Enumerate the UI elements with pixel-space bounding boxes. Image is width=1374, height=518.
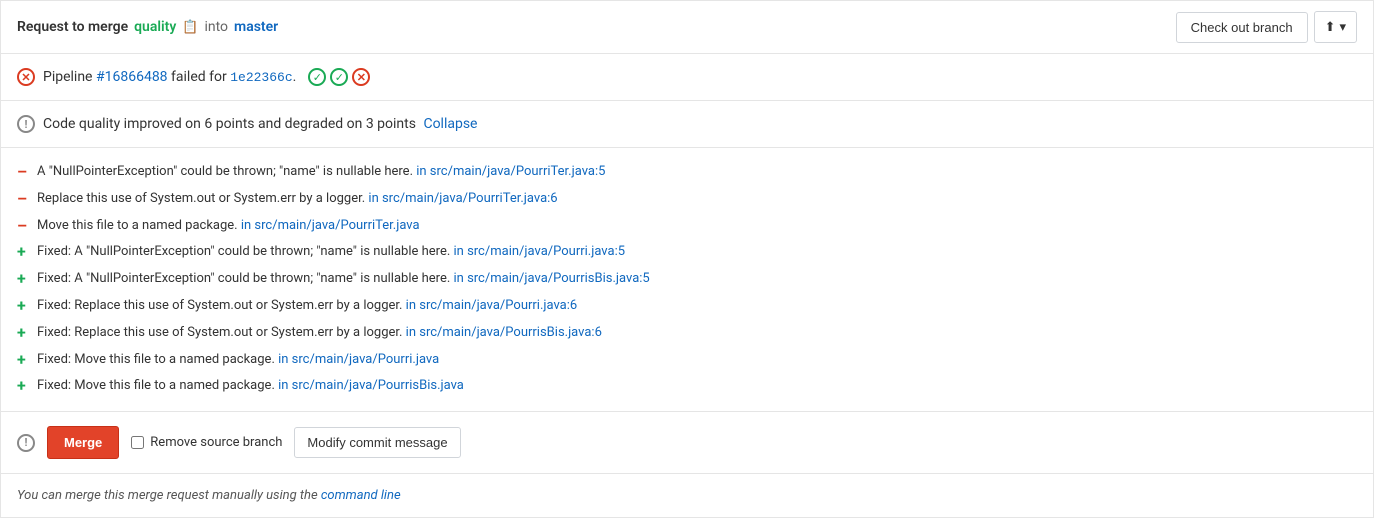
plus-icon-1: + (17, 242, 29, 263)
code-quality-section: ! Code quality improved on 6 points and … (1, 101, 1373, 148)
modify-commit-button[interactable]: Modify commit message (294, 427, 460, 458)
info-icon: ! (17, 115, 35, 133)
issue-item-1: – A "NullPointerException" could be thro… (17, 162, 1357, 183)
issue-link-2[interactable]: in src/main/java/PourriTer.java:6 (368, 191, 557, 206)
issue-item-3: – Move this file to a named package. in … (17, 216, 1357, 237)
header-right: Check out branch ⬆ ▾ (1176, 11, 1357, 43)
issue-item-6: + Fixed: Replace this use of System.out … (17, 296, 1357, 317)
chevron-down-icon: ▾ (1339, 19, 1346, 35)
collapse-link[interactable]: Collapse (423, 116, 477, 132)
pipeline-failed-text: failed for (171, 69, 227, 85)
issue-text-4: Fixed: A "NullPointerException" could be… (37, 242, 625, 262)
issue-text-7: Fixed: Replace this use of System.out or… (37, 323, 602, 343)
issue-link-9[interactable]: in src/main/java/PourrisBis.java (278, 378, 464, 393)
into-label: into (204, 19, 228, 35)
merge-section: ! Merge Remove source branch Modify comm… (1, 412, 1373, 474)
issue-item-4: + Fixed: A "NullPointerException" could … (17, 242, 1357, 263)
master-branch: master (234, 19, 278, 35)
period: . (293, 69, 297, 85)
issues-section: – A "NullPointerException" could be thro… (1, 148, 1373, 412)
status-icons: ✓ ✓ ✕ (308, 68, 370, 86)
plus-icon-6: + (17, 376, 29, 397)
request-label: Request to merge (17, 19, 128, 35)
issue-text-8: Fixed: Move this file to a named package… (37, 350, 439, 370)
issue-link-1[interactable]: in src/main/java/PourriTer.java:5 (416, 164, 605, 179)
pipeline-section: ✕ Pipeline #16866488 failed for 1e22366c… (1, 54, 1373, 101)
minus-icon-2: – (17, 189, 29, 210)
merge-button[interactable]: Merge (47, 426, 119, 459)
footer-section: You can merge this merge request manuall… (1, 474, 1373, 517)
footer-text-before: You can merge this merge request manuall… (17, 488, 318, 503)
issue-text-2: Replace this use of System.out or System… (37, 189, 558, 209)
plus-icon-4: + (17, 323, 29, 344)
pipeline-failed-icon: ✕ (17, 68, 35, 86)
plus-icon-5: + (17, 350, 29, 371)
issue-text-6: Fixed: Replace this use of System.out or… (37, 296, 577, 316)
issue-link-3[interactable]: in src/main/java/PourriTer.java (241, 218, 420, 233)
remove-source-checkbox[interactable] (131, 436, 144, 449)
issue-item-2: – Replace this use of System.out or Syst… (17, 189, 1357, 210)
checkout-dropdown-button[interactable]: ⬆ ▾ (1314, 11, 1357, 43)
minus-icon-1: – (17, 162, 29, 183)
minus-icon-3: – (17, 216, 29, 237)
issue-text-3: Move this file to a named package. in sr… (37, 216, 420, 236)
check-icon-2: ✓ (330, 68, 348, 86)
branch-name: quality (134, 19, 176, 35)
issue-item-5: + Fixed: A "NullPointerException" could … (17, 269, 1357, 290)
checkout-branch-button[interactable]: Check out branch (1176, 12, 1308, 43)
issue-link-5[interactable]: in src/main/java/PourrisBis.java:5 (454, 271, 650, 286)
x-icon: ✕ (352, 68, 370, 86)
pipeline-prefix: Pipeline (43, 69, 93, 85)
remove-source-label[interactable]: Remove source branch (131, 435, 282, 450)
issue-text-5: Fixed: A "NullPointerException" could be… (37, 269, 650, 289)
plus-icon-2: + (17, 269, 29, 290)
quality-description: Code quality improved on 6 points and de… (43, 116, 416, 132)
issue-item-9: + Fixed: Move this file to a named packa… (17, 376, 1357, 397)
issue-text-9: Fixed: Move this file to a named package… (37, 376, 464, 396)
issue-link-6[interactable]: in src/main/java/Pourri.java:6 (406, 298, 578, 313)
issue-link-4[interactable]: in src/main/java/Pourri.java:5 (454, 244, 626, 259)
merge-info-icon: ! (17, 434, 35, 452)
upload-icon: ⬆ (1325, 19, 1336, 35)
branch-icon: 📋 (182, 20, 198, 35)
issue-item-7: + Fixed: Replace this use of System.out … (17, 323, 1357, 344)
remove-source-text: Remove source branch (150, 435, 282, 450)
issue-link-7[interactable]: in src/main/java/PourrisBis.java:6 (406, 325, 602, 340)
commit-hash-link[interactable]: 1e22366c (230, 70, 292, 85)
pipeline-text: Pipeline #16866488 failed for 1e22366c. (43, 69, 296, 85)
issue-item-8: + Fixed: Move this file to a named packa… (17, 350, 1357, 371)
issue-link-8[interactable]: in src/main/java/Pourri.java (278, 352, 439, 367)
plus-icon-3: + (17, 296, 29, 317)
check-icon-1: ✓ (308, 68, 326, 86)
issue-text-1: A "NullPointerException" could be thrown… (37, 162, 605, 182)
header: Request to merge quality 📋 into master C… (1, 1, 1373, 54)
pipeline-link[interactable]: #16866488 (96, 69, 168, 85)
command-line-link[interactable]: command line (321, 488, 401, 503)
quality-text: Code quality improved on 6 points and de… (43, 116, 477, 132)
header-left: Request to merge quality 📋 into master (17, 19, 278, 35)
